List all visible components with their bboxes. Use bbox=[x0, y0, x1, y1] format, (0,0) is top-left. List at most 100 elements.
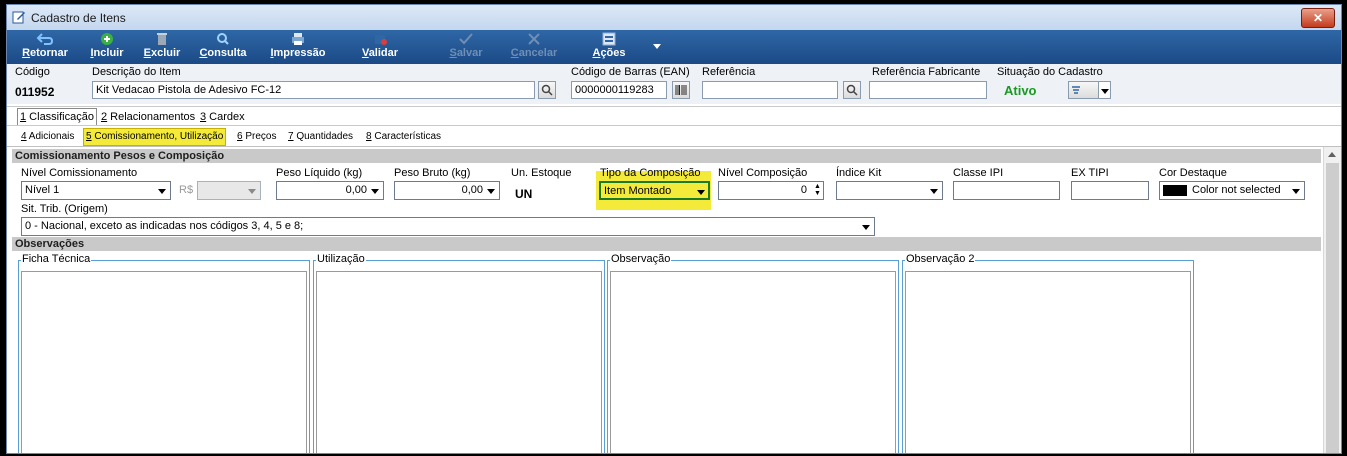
peso-liquido-input[interactable]: 0,00 bbox=[276, 181, 384, 200]
main-window: Cadastro de Itens ✕ Retornar Incluir Exc… bbox=[6, 4, 1342, 454]
section-observacoes-header: Observações bbox=[12, 237, 1321, 251]
title-bar: Cadastro de Itens ✕ bbox=[7, 5, 1341, 30]
observacao-box[interactable]: Observação bbox=[607, 253, 899, 453]
search-icon bbox=[541, 84, 553, 96]
excluir-label: Excluir bbox=[143, 47, 181, 59]
acoes-label: Ações bbox=[592, 47, 626, 59]
plus-circle-icon bbox=[101, 33, 113, 45]
descricao-input[interactable]: Kit Vedacao Pistola de Adesivo FC-12 bbox=[92, 81, 535, 99]
tipo-composicao-select[interactable]: Item Montado bbox=[599, 181, 710, 200]
nivel-composicao-stepper[interactable]: 0 ▲ ▼ bbox=[718, 181, 824, 200]
descricao-search-button[interactable] bbox=[538, 81, 556, 99]
tab-caracteristicas-label: Características bbox=[371, 131, 442, 142]
ex-tipi-input[interactable] bbox=[1071, 181, 1149, 200]
close-button[interactable]: ✕ bbox=[1301, 8, 1335, 28]
observacao-textarea[interactable] bbox=[610, 271, 896, 453]
sit-trib-label: Sit. Trib. (Origem) bbox=[21, 203, 108, 215]
un-estoque-value: UN bbox=[515, 187, 533, 201]
nivel-composicao-value: 0 bbox=[800, 184, 807, 196]
chevron-down-icon bbox=[930, 189, 938, 194]
observacao-label: Observação bbox=[610, 253, 672, 265]
observacao-2-textarea[interactable] bbox=[905, 271, 1191, 453]
tab-caracteristicas[interactable]: 8 Características bbox=[366, 129, 441, 145]
nivel-comissionamento-select[interactable]: Nível 1 bbox=[21, 181, 171, 200]
impressao-button[interactable]: Impressão bbox=[265, 32, 331, 62]
nivel-composicao-label: Nível Composição bbox=[718, 167, 808, 179]
tab-cardex[interactable]: 3 Cardex bbox=[198, 109, 247, 125]
situacao-dropdown-button[interactable] bbox=[1098, 81, 1111, 99]
tab-comissionamento[interactable]: 5 Comissionamento, Utilização bbox=[83, 128, 227, 146]
consulta-button[interactable]: Consulta bbox=[196, 32, 250, 62]
excluir-button[interactable]: Excluir bbox=[140, 32, 184, 62]
utilizacao-box[interactable]: Utilização bbox=[313, 253, 605, 453]
incluir-button[interactable]: Incluir bbox=[85, 32, 129, 62]
indice-kit-label: Índice Kit bbox=[836, 167, 882, 179]
tab-adicionais[interactable]: 4 Adicionais bbox=[21, 129, 74, 145]
referencia-search-button[interactable] bbox=[843, 81, 861, 99]
situacao-filter-button[interactable] bbox=[1068, 81, 1102, 99]
referencia-label: Referência bbox=[702, 66, 756, 78]
spinner-arrows-icon[interactable]: ▲ ▼ bbox=[813, 183, 822, 198]
ref-fabricante-label: Referência Fabricante bbox=[872, 66, 981, 78]
salvar-button[interactable]: Salvar bbox=[444, 32, 488, 62]
edit-form-icon bbox=[12, 11, 25, 24]
tab-relacionamentos[interactable]: 2 Relacionamentos bbox=[99, 109, 197, 125]
chevron-down-icon bbox=[487, 189, 495, 194]
barcode-button[interactable] bbox=[672, 81, 690, 99]
classe-ipi-label: Classe IPI bbox=[953, 167, 1004, 179]
retornar-button[interactable]: Retornar bbox=[17, 32, 73, 62]
acoes-button[interactable]: Ações bbox=[589, 32, 629, 62]
validar-button[interactable]: Validar bbox=[356, 32, 404, 62]
return-arrow-icon bbox=[36, 33, 54, 45]
utilizacao-textarea[interactable] bbox=[316, 271, 602, 453]
item-header: Código 011952 Descrição do Item Kit Veda… bbox=[7, 64, 1341, 104]
utilizacao-label: Utilização bbox=[316, 253, 366, 265]
tab-classificacao[interactable]: 1 Classificação bbox=[17, 108, 97, 125]
indice-kit-select[interactable] bbox=[836, 181, 943, 200]
trash-icon bbox=[157, 33, 167, 45]
cancelar-button[interactable]: Cancelar bbox=[506, 32, 562, 62]
codigo-label: Código bbox=[15, 66, 50, 78]
magnifier-icon bbox=[217, 33, 229, 45]
peso-liquido-value: 0,00 bbox=[345, 184, 367, 196]
vertical-scrollbar[interactable] bbox=[1323, 147, 1341, 453]
search-icon bbox=[846, 84, 858, 96]
ref-fabricante-input[interactable] bbox=[869, 81, 987, 99]
tab-precos-label: Preços bbox=[242, 131, 277, 142]
ficha-tecnica-label: Ficha Técnica bbox=[21, 253, 92, 265]
window-title: Cadastro de Itens bbox=[31, 11, 126, 25]
ex-tipi-label: EX TIPI bbox=[1071, 167, 1109, 179]
tab-quantidades-label: Quantidades bbox=[293, 131, 354, 142]
retornar-label: Retornar bbox=[22, 47, 68, 59]
tipo-composicao-value: Item Montado bbox=[604, 185, 672, 197]
ean-input[interactable]: 0000000119283 bbox=[571, 81, 667, 99]
ficha-tecnica-box[interactable]: Ficha Técnica bbox=[18, 253, 310, 453]
rs-select bbox=[197, 181, 261, 200]
toolbar-more-chevron-icon[interactable] bbox=[653, 44, 661, 49]
impressao-label: Impressão bbox=[270, 47, 326, 59]
classe-ipi-input[interactable] bbox=[953, 181, 1060, 200]
observacao-2-box[interactable]: Observação 2 bbox=[902, 253, 1194, 453]
tab-precos[interactable]: 6 Preços bbox=[237, 129, 276, 145]
printer-icon bbox=[292, 33, 304, 45]
chevron-down-icon bbox=[248, 189, 256, 194]
primary-tabs: 1 Classificação 2 Relacionamentos 3 Card… bbox=[7, 106, 1341, 126]
tab-classificacao-label: Classificação bbox=[26, 111, 94, 123]
nivel-comissionamento-value: Nível 1 bbox=[25, 184, 60, 196]
situacao-value: Ativo bbox=[1004, 83, 1037, 98]
tab-relacionamentos-label: Relacionamentos bbox=[107, 111, 196, 123]
ficha-tecnica-textarea[interactable] bbox=[21, 271, 307, 453]
salvar-label: Salvar bbox=[449, 47, 483, 59]
tipo-composicao-label: Tipo da Composição bbox=[600, 167, 701, 179]
cancel-x-icon bbox=[528, 33, 540, 45]
peso-liquido-label: Peso Líquido (kg) bbox=[276, 167, 363, 179]
tab-quantidades[interactable]: 7 Quantidades bbox=[288, 129, 353, 145]
scroll-up-arrow-icon[interactable] bbox=[1328, 152, 1336, 157]
cor-destaque-select[interactable]: Color not selected bbox=[1159, 181, 1305, 200]
scrollbar-thumb[interactable] bbox=[1326, 163, 1339, 453]
sit-trib-select[interactable]: 0 - Nacional, exceto as indicadas nos có… bbox=[21, 217, 875, 236]
referencia-input[interactable] bbox=[702, 81, 838, 99]
tab-comissionamento-label: Comissionamento, Utilização bbox=[91, 131, 224, 142]
peso-bruto-input[interactable]: 0,00 bbox=[394, 181, 500, 200]
chevron-down-icon bbox=[158, 189, 166, 194]
